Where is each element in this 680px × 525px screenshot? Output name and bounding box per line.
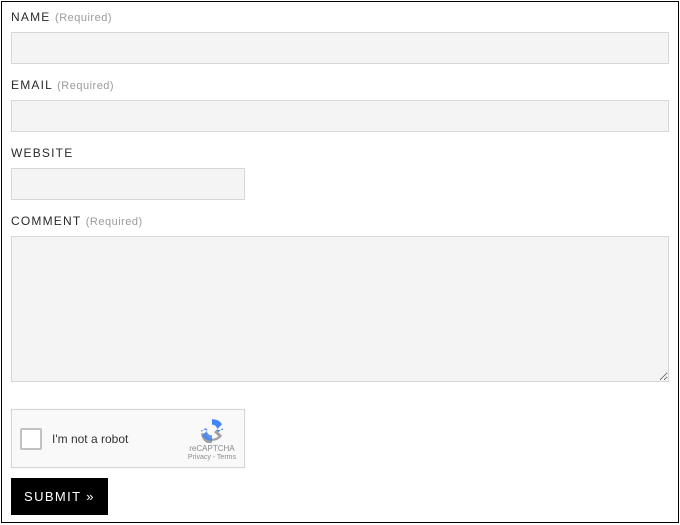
comment-textarea[interactable] — [11, 236, 669, 382]
email-field-group: EMAIL (Required) — [11, 78, 669, 132]
comment-form: NAME (Required) EMAIL (Required) WEBSITE… — [1, 1, 679, 523]
recaptcha-brand: reCAPTCHA Privacy - Terms — [188, 417, 236, 461]
name-field-group: NAME (Required) — [11, 10, 669, 64]
comment-label: COMMENT — [11, 214, 81, 228]
name-label: NAME — [11, 10, 50, 24]
website-label: WEBSITE — [11, 146, 73, 160]
name-required-hint: (Required) — [55, 12, 112, 24]
email-input[interactable] — [11, 100, 669, 132]
email-label-row: EMAIL (Required) — [11, 78, 669, 92]
comment-label-row: COMMENT (Required) — [11, 214, 669, 228]
comment-required-hint: (Required) — [86, 216, 143, 228]
submit-button[interactable]: SUBMIT » — [11, 478, 108, 515]
website-field-group: WEBSITE — [11, 146, 669, 200]
name-input[interactable] — [11, 32, 669, 64]
recaptcha-checkbox[interactable] — [20, 428, 42, 450]
recaptcha-widget: I'm not a robot reCAPTCHA Privacy - Term… — [11, 409, 245, 468]
recaptcha-icon — [199, 417, 225, 443]
recaptcha-label: I'm not a robot — [52, 432, 188, 446]
recaptcha-brand-text: reCAPTCHA — [189, 444, 234, 453]
email-required-hint: (Required) — [57, 80, 114, 92]
email-label: EMAIL — [11, 78, 53, 92]
comment-field-group: COMMENT (Required) — [11, 214, 669, 387]
name-label-row: NAME (Required) — [11, 10, 669, 24]
website-label-row: WEBSITE — [11, 146, 669, 160]
website-input[interactable] — [11, 168, 245, 200]
recaptcha-links[interactable]: Privacy - Terms — [188, 454, 236, 461]
